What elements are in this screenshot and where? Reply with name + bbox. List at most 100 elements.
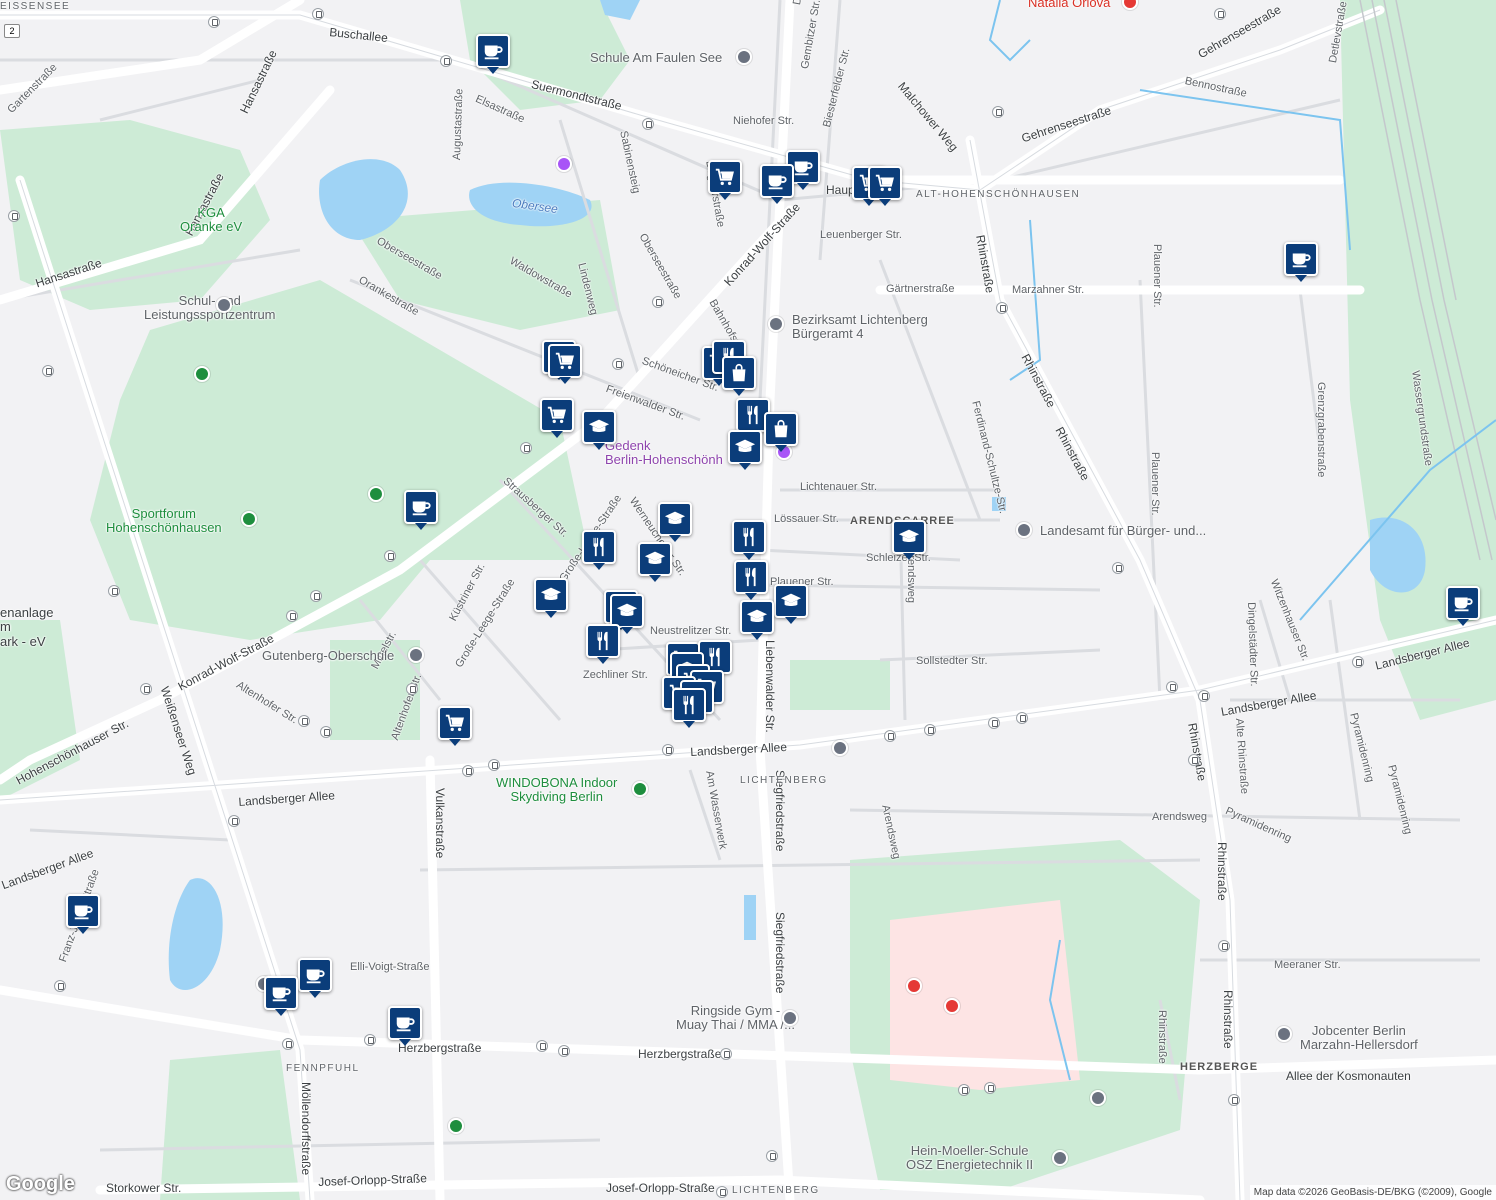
- bus-stop-icon[interactable]: [1198, 690, 1210, 702]
- bus-stop-icon[interactable]: [364, 1034, 376, 1046]
- hospital-pin[interactable]: [944, 998, 960, 1014]
- school-pin[interactable]: [736, 49, 752, 65]
- park-pin[interactable]: [448, 1118, 464, 1134]
- restaurant-marker[interactable]: [582, 530, 616, 570]
- camera-pin[interactable]: [832, 740, 848, 756]
- bus-stop-icon[interactable]: [462, 765, 474, 777]
- hospital-pin[interactable]: [906, 978, 922, 994]
- school-pin[interactable]: [408, 647, 424, 663]
- bus-stop-icon[interactable]: [1214, 8, 1226, 20]
- bus-stop-icon[interactable]: [108, 585, 120, 597]
- school-marker[interactable]: [610, 594, 644, 634]
- school-marker[interactable]: [534, 578, 568, 618]
- school-pin[interactable]: [1052, 1150, 1068, 1166]
- restaurant-marker[interactable]: [734, 560, 768, 600]
- bus-stop-icon[interactable]: [298, 715, 310, 727]
- school-pin[interactable]: [1090, 1090, 1106, 1106]
- coffee-marker[interactable]: [298, 958, 332, 998]
- school-marker[interactable]: [740, 600, 774, 640]
- coffee-marker[interactable]: [1446, 586, 1480, 626]
- bus-stop-icon[interactable]: [992, 106, 1004, 118]
- bus-stop-icon[interactable]: [312, 8, 324, 20]
- bus-stop-icon[interactable]: [8, 210, 20, 222]
- museum-pin[interactable]: [556, 156, 572, 172]
- map-attribution[interactable]: Map data ©2026 GeoBasis-DE/BKG (©2009), …: [1249, 1185, 1496, 1200]
- bus-stop-icon[interactable]: [208, 16, 220, 28]
- bus-stop-icon[interactable]: [924, 724, 936, 736]
- school-marker[interactable]: [892, 520, 926, 560]
- map-canvas[interactable]: 2 Buschallee Suermondtstraße Hansastraße…: [0, 0, 1496, 1200]
- park-pin[interactable]: [368, 486, 384, 502]
- coffee-marker[interactable]: [388, 1006, 422, 1046]
- bus-stop-icon[interactable]: [42, 365, 54, 377]
- bus-stop-icon[interactable]: [282, 1038, 294, 1050]
- cart-marker[interactable]: [708, 160, 742, 200]
- coffee-marker[interactable]: [66, 894, 100, 934]
- park-pin[interactable]: [241, 511, 257, 527]
- bus-stop-icon[interactable]: [958, 1084, 970, 1096]
- sports-pin[interactable]: [216, 297, 232, 313]
- coffee-marker[interactable]: [404, 490, 438, 530]
- government-pin[interactable]: [1276, 1026, 1292, 1042]
- bus-stop-icon[interactable]: [1228, 1094, 1240, 1106]
- bus-stop-icon[interactable]: [642, 118, 654, 130]
- restaurant-icon: [592, 630, 614, 652]
- bus-stop-icon[interactable]: [1218, 940, 1230, 952]
- restaurant-marker[interactable]: [586, 624, 620, 664]
- cart-marker[interactable]: [438, 706, 472, 746]
- sports-pin[interactable]: [632, 781, 648, 797]
- bus-stop-icon[interactable]: [54, 980, 66, 992]
- bus-stop-icon[interactable]: [406, 683, 418, 695]
- school-marker[interactable]: [774, 584, 808, 624]
- coffee-marker[interactable]: [760, 164, 794, 204]
- government-pin[interactable]: [1016, 522, 1032, 538]
- school-marker[interactable]: [728, 430, 762, 470]
- bus-stop-icon[interactable]: [440, 55, 452, 67]
- coffee-marker[interactable]: [264, 976, 298, 1016]
- school-marker[interactable]: [658, 502, 692, 542]
- bus-stop-icon[interactable]: [716, 1186, 728, 1198]
- park-pin[interactable]: [194, 366, 210, 382]
- bus-stop-icon[interactable]: [984, 1082, 996, 1094]
- gym-pin[interactable]: [782, 1010, 798, 1026]
- bus-stop-icon[interactable]: [1188, 754, 1200, 766]
- shopping-bag-marker[interactable]: [722, 356, 756, 396]
- bus-stop-icon[interactable]: [1112, 562, 1124, 574]
- cart-marker[interactable]: [540, 398, 574, 438]
- cart-marker[interactable]: [868, 166, 902, 206]
- poi-label: Bezirksamt Lichtenberg Bürgeramt 4: [792, 312, 928, 342]
- bus-stop-icon[interactable]: [140, 683, 152, 695]
- bus-stop-icon[interactable]: [320, 726, 332, 738]
- coffee-marker[interactable]: [476, 34, 510, 74]
- shopping-bag-marker[interactable]: [764, 412, 798, 452]
- coffee-marker[interactable]: [1284, 242, 1318, 282]
- bus-stop-icon[interactable]: [662, 744, 674, 756]
- bus-stop-icon[interactable]: [996, 302, 1008, 314]
- bus-stop-icon[interactable]: [286, 610, 298, 622]
- bus-stop-icon[interactable]: [884, 730, 896, 742]
- bus-stop-icon[interactable]: [988, 717, 1000, 729]
- restaurant-marker[interactable]: [672, 688, 706, 728]
- bus-stop-icon[interactable]: [612, 358, 624, 370]
- bus-stop-icon[interactable]: [720, 1048, 732, 1060]
- bus-stop-icon[interactable]: [384, 550, 396, 562]
- school-marker[interactable]: [638, 542, 672, 582]
- school-marker[interactable]: [582, 410, 616, 450]
- restaurant-marker[interactable]: [732, 520, 766, 560]
- street-label: Neustrelitzer Str.: [650, 625, 732, 637]
- street-label: Schleizer Str.: [866, 552, 931, 564]
- bus-stop-icon[interactable]: [558, 1045, 570, 1057]
- government-pin[interactable]: [768, 316, 784, 332]
- cart-marker[interactable]: [548, 344, 582, 384]
- bus-stop-icon[interactable]: [1016, 712, 1028, 724]
- bus-stop-icon[interactable]: [228, 815, 240, 827]
- bus-stop-icon[interactable]: [1352, 656, 1364, 668]
- bus-stop-icon[interactable]: [766, 1150, 778, 1162]
- bus-stop-icon[interactable]: [488, 759, 500, 771]
- bus-stop-icon[interactable]: [520, 442, 532, 454]
- bus-stop-icon[interactable]: [652, 296, 664, 308]
- school-icon: [780, 590, 802, 612]
- bus-stop-icon[interactable]: [1166, 681, 1178, 693]
- bus-stop-icon[interactable]: [536, 1040, 548, 1052]
- bus-stop-icon[interactable]: [310, 590, 322, 602]
